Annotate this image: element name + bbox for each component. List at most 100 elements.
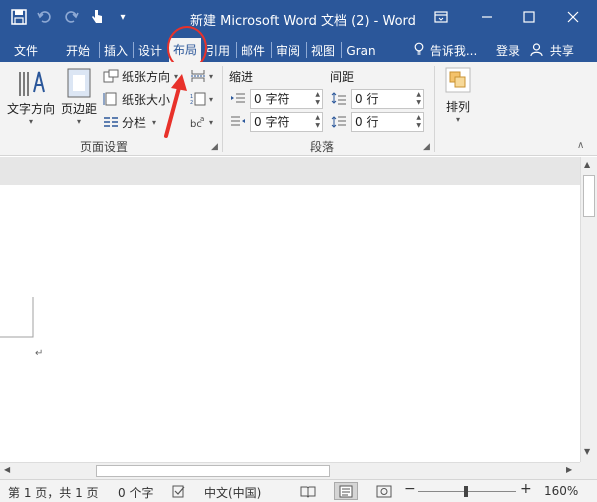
breaks-dropdown-icon: ▾ — [209, 71, 214, 81]
paragraph-group-label: 段落 — [310, 140, 335, 154]
spacing-before-icon — [331, 92, 346, 105]
status-bar: 第 1 页，共 1 页 0 个字 中文(中国) − + 160% — [0, 479, 597, 502]
scroll-right-icon[interactable]: ▶ — [566, 465, 572, 474]
page-setup-group-label: 页面设置 — [80, 140, 129, 154]
spacing-after-value: 0 行 — [355, 115, 379, 129]
title-bar: ▾ 新建 Microsoft Word 文档 (2) - Word — [0, 0, 597, 36]
sign-in-link[interactable]: 登录 — [492, 40, 524, 62]
spacing-before-value: 0 行 — [355, 92, 379, 106]
word-count-status[interactable]: 0 个字 — [118, 484, 153, 501]
spacing-after-spinner[interactable]: ▲ ▼ — [416, 114, 421, 130]
customize-qat-icon[interactable]: ▾ — [112, 6, 134, 28]
undo-icon[interactable] — [34, 6, 56, 28]
margins-icon — [67, 68, 91, 98]
arrange-icon — [445, 67, 471, 93]
paragraph-mark: ↵ — [35, 348, 44, 359]
touch-mode-icon[interactable] — [86, 6, 108, 28]
text-direction-label: 文字方向 — [6, 102, 55, 116]
indent-left-input[interactable]: 0 字符 ▲ ▼ — [250, 89, 323, 109]
tab-separator — [271, 42, 272, 58]
indent-right-value: 0 字符 — [254, 115, 290, 129]
horizontal-scrollbar[interactable]: ◀ ▶ — [0, 462, 580, 479]
spacing-before-input[interactable]: 0 行 ▲ ▼ — [351, 89, 424, 109]
redo-icon[interactable] — [60, 6, 82, 28]
scroll-left-icon[interactable]: ◀ — [4, 465, 10, 474]
tab-separator — [133, 42, 134, 58]
tab-separator — [236, 42, 237, 58]
paper-size-icon — [103, 92, 117, 106]
quick-access-toolbar: ▾ — [8, 6, 134, 28]
page-count-status[interactable]: 第 1 页，共 1 页 — [8, 484, 99, 501]
spacing-before-spinner[interactable]: ▲ ▼ — [416, 91, 421, 107]
proofing-icon[interactable] — [172, 485, 186, 501]
zoom-slider[interactable] — [418, 486, 516, 497]
text-direction-button[interactable]: 文字方向 ▾ — [4, 66, 58, 126]
columns-label: 分栏 — [122, 115, 147, 130]
svg-text:a: a — [200, 115, 204, 123]
document-page[interactable]: ↵ — [0, 185, 580, 462]
vertical-scroll-thumb[interactable] — [583, 175, 595, 217]
annotation-arrow — [164, 74, 187, 138]
tell-me-label: 告诉我... — [429, 44, 478, 58]
tab-file[interactable]: 文件 — [10, 40, 42, 62]
arrange-label: 排列 — [445, 100, 470, 114]
tab-view[interactable]: 视图 — [308, 40, 338, 62]
indent-left-icon — [231, 93, 245, 103]
group-divider — [434, 66, 435, 152]
print-layout-icon[interactable] — [334, 482, 358, 500]
columns-icon — [104, 117, 118, 127]
close-icon[interactable] — [550, 0, 596, 34]
tab-separator — [99, 42, 100, 58]
zoom-level[interactable]: 160% — [544, 484, 578, 498]
line-numbers-dropdown-icon: ▾ — [209, 94, 214, 104]
tab-grammarly[interactable]: Gran — [344, 40, 378, 62]
margin-corner-mark — [0, 297, 34, 338]
arrange-dropdown-icon: ▾ — [455, 115, 460, 124]
language-status[interactable]: 中文(中国) — [204, 484, 261, 501]
indent-right-spinner[interactable]: ▲ ▼ — [315, 114, 320, 130]
share-label: 共享 — [549, 44, 574, 58]
arrange-button[interactable]: 排列 ▾ — [440, 66, 476, 124]
ribbon-display-options-icon[interactable] — [418, 0, 464, 34]
columns-button[interactable]: 分栏 ▾ — [103, 112, 156, 132]
zoom-in-button[interactable]: + — [520, 481, 532, 497]
tab-mailings[interactable]: 邮件 — [238, 40, 268, 62]
margins-label: 页边距 — [60, 102, 97, 116]
save-icon[interactable] — [8, 6, 30, 28]
ribbon-panel: 文字方向 ▾ 页边距 ▾ 纸张方向 ▾ 纸张大小 分栏 ▾ ▾ 12 ▾ bc … — [0, 62, 597, 156]
indent-left-spinner[interactable]: ▲ ▼ — [315, 91, 320, 107]
document-workspace: ↵ — [0, 157, 580, 462]
person-icon — [530, 41, 546, 63]
tab-review[interactable]: 审阅 — [273, 40, 303, 62]
scrollbar-corner — [580, 462, 597, 479]
scroll-up-icon[interactable]: ▲ — [584, 160, 590, 169]
text-direction-icon — [19, 71, 45, 96]
scroll-down-icon[interactable]: ▼ — [584, 447, 590, 456]
indent-label: 缩进 — [229, 70, 254, 84]
horizontal-scroll-thumb[interactable] — [96, 465, 330, 477]
tab-insert[interactable]: 插入 — [101, 40, 131, 62]
maximize-icon[interactable] — [506, 0, 552, 34]
window-title: 新建 Microsoft Word 文档 (2) - Word — [190, 14, 416, 29]
paragraph-launcher-icon[interactable]: ◢ — [423, 142, 430, 152]
read-mode-icon[interactable] — [300, 485, 316, 501]
tab-separator — [341, 42, 342, 58]
minimize-icon[interactable] — [464, 0, 510, 34]
margins-button[interactable]: 页边距 ▾ — [59, 66, 99, 126]
zoom-out-button[interactable]: − — [404, 481, 416, 497]
spacing-after-input[interactable]: 0 行 ▲ ▼ — [351, 112, 424, 132]
vertical-scrollbar[interactable]: ▲ ▼ — [580, 157, 597, 462]
tell-me-box[interactable]: 告诉我... — [414, 40, 484, 62]
tab-design[interactable]: 设计 — [135, 40, 165, 62]
tab-home[interactable]: 开始 — [62, 40, 94, 62]
indent-right-input[interactable]: 0 字符 ▲ ▼ — [250, 112, 323, 132]
columns-dropdown-icon: ▾ — [152, 117, 157, 127]
group-divider — [222, 66, 223, 152]
zoom-slider-thumb[interactable] — [464, 486, 468, 497]
share-button[interactable]: 共享 — [530, 40, 588, 62]
orientation-icon — [103, 69, 119, 83]
hyphenation-dropdown-icon: ▾ — [209, 117, 214, 127]
collapse-ribbon-icon[interactable]: ∧ — [577, 140, 584, 151]
web-layout-icon[interactable] — [376, 485, 392, 501]
page-setup-launcher-icon[interactable]: ◢ — [211, 142, 218, 152]
